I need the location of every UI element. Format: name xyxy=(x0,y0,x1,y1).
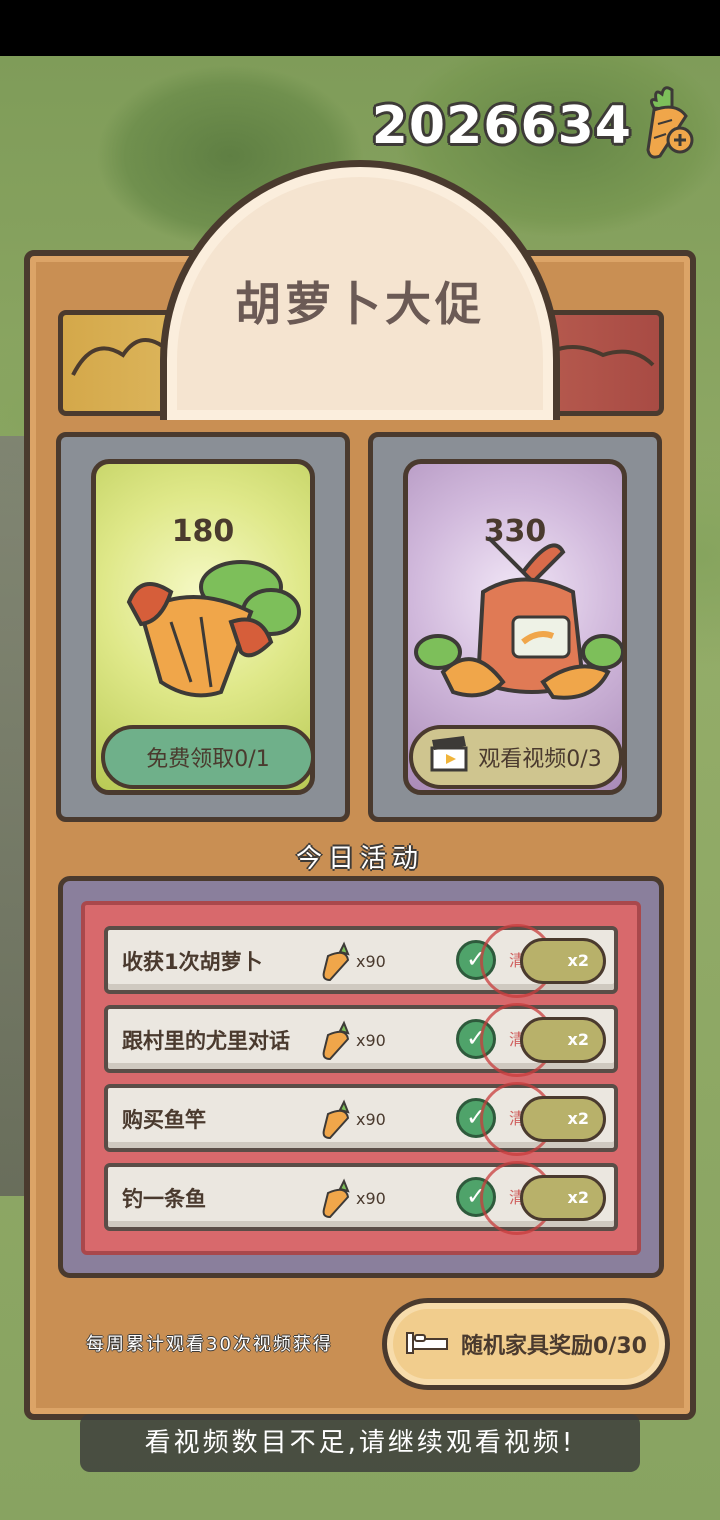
toast-message: 看视频数目不足,请继续观看视频! xyxy=(80,1414,640,1472)
deal-card-video: 330 观看视频0/3 xyxy=(368,432,662,822)
task-reward: x90 xyxy=(356,1031,386,1050)
carrot-icon xyxy=(322,1020,350,1061)
activities-title: 今日活动 xyxy=(295,844,424,874)
carrot-icon xyxy=(322,1178,350,1219)
double-reward-button[interactable]: x2 xyxy=(520,938,606,984)
clapperboard-icon xyxy=(430,736,470,778)
random-furniture-reward-label: 随机家具奖励0/30 xyxy=(461,1334,647,1359)
page-title: 胡萝卜大促 xyxy=(235,277,485,331)
double-reward-button[interactable]: x2 xyxy=(520,1096,606,1142)
task-label: 收获1次胡萝卜 xyxy=(122,950,263,974)
task-label: 钓一条鱼 xyxy=(122,1187,206,1211)
task-row[interactable]: 购买鱼竿 x90 ✓ 清 x2 xyxy=(104,1082,618,1156)
free-claim-button[interactable]: 免费领取0/1 xyxy=(101,725,315,789)
carrot-icon xyxy=(322,941,350,982)
free-claim-label: 免费领取0/1 xyxy=(146,747,270,772)
deal-card-free: 180 免费领取0/1 xyxy=(56,432,350,822)
task-row[interactable]: 跟村里的尤里对话 x90 ✓ 清 x2 xyxy=(104,1003,618,1077)
double-reward-button[interactable]: x2 xyxy=(520,1017,606,1063)
task-reward: x90 xyxy=(356,1110,386,1129)
weekly-caption: 每周累计观看30次视频获得 xyxy=(86,1334,333,1355)
double-reward-button[interactable]: x2 xyxy=(520,1175,606,1221)
task-label: 跟村里的尤里对话 xyxy=(122,1029,290,1053)
carrot-currency[interactable]: 2026634 xyxy=(372,84,698,168)
carrot-sack-icon xyxy=(414,536,623,700)
carrot-bundle-icon xyxy=(126,560,301,698)
bed-icon xyxy=(405,1327,449,1361)
watch-video-label: 观看视频0/3 xyxy=(478,747,602,772)
carrot-plus-icon[interactable] xyxy=(642,84,698,168)
carrot-count: 2026634 xyxy=(371,96,632,156)
task-label: 购买鱼竿 xyxy=(122,1108,206,1132)
task-row[interactable]: 钓一条鱼 x90 ✓ 清 x2 xyxy=(104,1161,618,1235)
task-reward: x90 xyxy=(356,1189,386,1208)
random-furniture-reward-button[interactable]: 随机家具奖励0/30 xyxy=(382,1298,670,1390)
watch-video-button[interactable]: 观看视频0/3 xyxy=(409,725,623,789)
task-row[interactable]: 收获1次胡萝卜 x90 ✓ 清 x2 xyxy=(104,924,618,998)
carrot-icon xyxy=(322,1099,350,1140)
task-reward: x90 xyxy=(356,952,386,971)
status-bar xyxy=(0,0,720,56)
